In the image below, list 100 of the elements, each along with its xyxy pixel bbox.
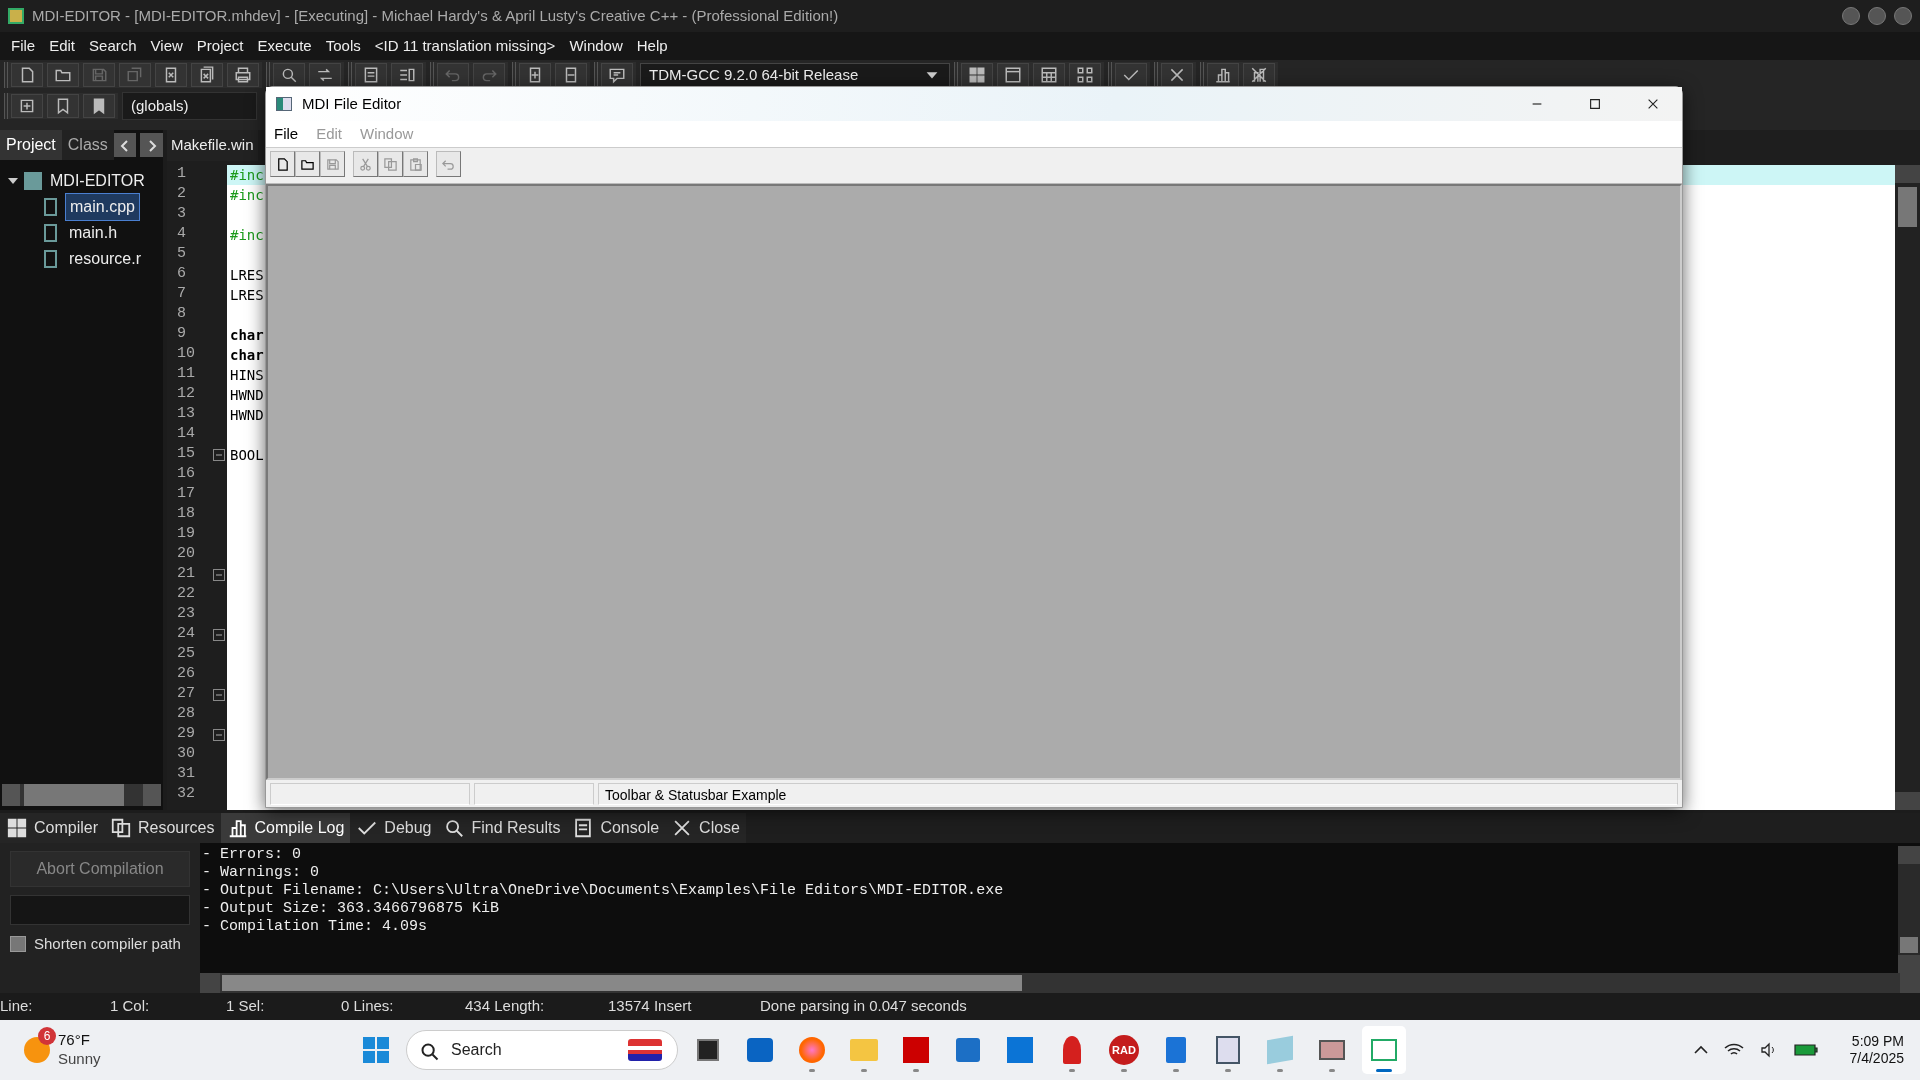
line-number: 20 xyxy=(177,544,195,565)
scroll-right-button[interactable] xyxy=(140,133,163,157)
panel-tab[interactable]: Console xyxy=(566,813,666,843)
log-line: - Errors: 0 xyxy=(202,846,303,864)
search-field[interactable]: Search xyxy=(406,1030,678,1070)
log-line: - Output Size: 363.3466796875 KiB xyxy=(202,900,501,918)
text-field[interactable] xyxy=(10,895,190,925)
menu-item[interactable]: <ID 11 translation missing> xyxy=(367,34,563,58)
crossed-chart-icon xyxy=(1250,66,1268,84)
menu-item[interactable]: File xyxy=(274,122,299,146)
fold-marker-icon[interactable] xyxy=(213,448,225,461)
lined-page-button[interactable] xyxy=(355,63,387,87)
page-cross-button[interactable] xyxy=(155,63,187,87)
filled-bookmark-button[interactable] xyxy=(83,94,115,118)
panel-tab[interactable]: Find Results xyxy=(437,813,567,843)
bar-chart-button[interactable] xyxy=(1207,63,1239,87)
vertical-scrollbar[interactable] xyxy=(1895,164,1920,810)
scroll-left-button[interactable] xyxy=(113,133,137,157)
folder-button[interactable] xyxy=(295,151,320,177)
file-icon xyxy=(44,198,57,216)
window-app-icon xyxy=(1371,1039,1397,1061)
tree-item[interactable]: main.cpp xyxy=(65,193,140,221)
fold-marker-icon[interactable] xyxy=(213,688,225,701)
tree-item[interactable]: resource.r xyxy=(65,246,146,272)
menu-item[interactable]: Search xyxy=(82,34,144,58)
panel-tab[interactable]: Debug xyxy=(350,813,438,843)
fold-marker-icon[interactable] xyxy=(213,628,225,641)
menu-item[interactable]: Window xyxy=(562,34,630,58)
menu-item[interactable]: Edit xyxy=(42,34,83,58)
panel-tab[interactable]: Project xyxy=(0,130,62,160)
square-grid-button[interactable] xyxy=(1069,63,1101,87)
status-text: Line: xyxy=(0,996,34,1017)
pages-cross-button[interactable] xyxy=(191,63,223,87)
speech-bubble-button[interactable] xyxy=(601,63,633,87)
scope-field[interactable]: (globals) xyxy=(122,92,257,120)
line-number: 19 xyxy=(177,524,195,545)
pages-cross-icon xyxy=(198,66,216,84)
panel-tab[interactable]: Compiler xyxy=(0,813,104,843)
menu-item[interactable]: View xyxy=(143,34,190,58)
taskbar-app[interactable]: RAD xyxy=(1102,1026,1146,1074)
close-button[interactable] xyxy=(1161,63,1193,87)
status-text: 13574 Insert xyxy=(608,996,693,1017)
folder-button[interactable] xyxy=(47,63,79,87)
fold-marker-icon[interactable] xyxy=(213,568,225,581)
panel-tab[interactable]: Close xyxy=(665,813,746,843)
checkmark-button[interactable] xyxy=(1115,63,1147,87)
fold-marker-icon[interactable] xyxy=(213,728,225,741)
app-logo-icon xyxy=(8,8,24,24)
square-grid-icon xyxy=(1076,66,1094,84)
blank-page-icon xyxy=(275,156,290,172)
vertical-scrollbar[interactable] xyxy=(1898,846,1920,973)
line-number: 26 xyxy=(177,664,195,685)
compiler-dropdown[interactable]: TDM-GCC 9.2.0 64-bit Release xyxy=(640,63,950,87)
panel-tab[interactable]: Resources xyxy=(104,813,221,843)
panel-tab[interactable]: Compile Log xyxy=(220,813,351,843)
status-text: 0 Lines: xyxy=(341,996,395,1017)
indent-button[interactable] xyxy=(391,63,423,87)
log-line: - Compilation Time: 4.09s xyxy=(202,918,429,936)
blank-page-button[interactable] xyxy=(270,151,295,177)
folder-icon xyxy=(850,1039,878,1061)
code-text: #inc xyxy=(230,186,264,203)
table-grid-button[interactable] xyxy=(1033,63,1065,87)
checkbox-label: Shorten compiler path xyxy=(34,934,181,954)
line-number: 24 xyxy=(177,624,195,645)
editor-tab[interactable]: Makefile.win xyxy=(167,130,258,161)
minimize-button[interactable] xyxy=(1842,7,1860,25)
menu-item[interactable]: Execute xyxy=(250,34,319,58)
menu-item[interactable]: Project xyxy=(189,34,251,58)
notification-count: 6 xyxy=(38,1027,56,1046)
checkbox[interactable] xyxy=(10,936,26,953)
page-plus-button[interactable] xyxy=(519,63,551,87)
bookmark-button[interactable] xyxy=(47,94,79,118)
horizontal-scrollbar[interactable] xyxy=(200,973,1920,993)
swap-arrows-button[interactable] xyxy=(309,63,341,87)
tree-item[interactable]: main.h xyxy=(65,220,122,246)
code-text: HINS xyxy=(230,366,264,383)
blank-page-button[interactable] xyxy=(11,63,43,87)
restore-button[interactable] xyxy=(1868,7,1886,25)
square-app-icon xyxy=(1007,1037,1033,1063)
line-number: 23 xyxy=(177,604,195,625)
table-grid-icon xyxy=(1040,66,1058,84)
crossed-chart-button[interactable] xyxy=(1243,63,1275,87)
code-text: HWND xyxy=(230,406,264,423)
battery-icon[interactable] xyxy=(1793,1043,1818,1057)
window-button[interactable] xyxy=(997,63,1029,87)
horizontal-scrollbar[interactable] xyxy=(2,784,161,806)
chevron-up-icon[interactable] xyxy=(1693,1045,1708,1055)
printer-button[interactable] xyxy=(227,63,259,87)
menu-item[interactable]: Tools xyxy=(318,34,368,58)
square-plus-button[interactable] xyxy=(11,94,43,118)
page-minus-button[interactable] xyxy=(555,63,587,87)
search-button[interactable] xyxy=(273,63,305,87)
panel-tab[interactable]: Class xyxy=(61,130,114,160)
menu-item[interactable]: Help xyxy=(629,34,675,58)
four-squares-button[interactable] xyxy=(961,63,993,87)
menu-item[interactable]: File xyxy=(4,34,43,58)
close-button[interactable] xyxy=(1894,7,1912,25)
tree-item[interactable]: MDI-EDITOR xyxy=(46,168,149,194)
code-text: LRES xyxy=(230,266,264,283)
line-number: 4 xyxy=(177,224,186,245)
